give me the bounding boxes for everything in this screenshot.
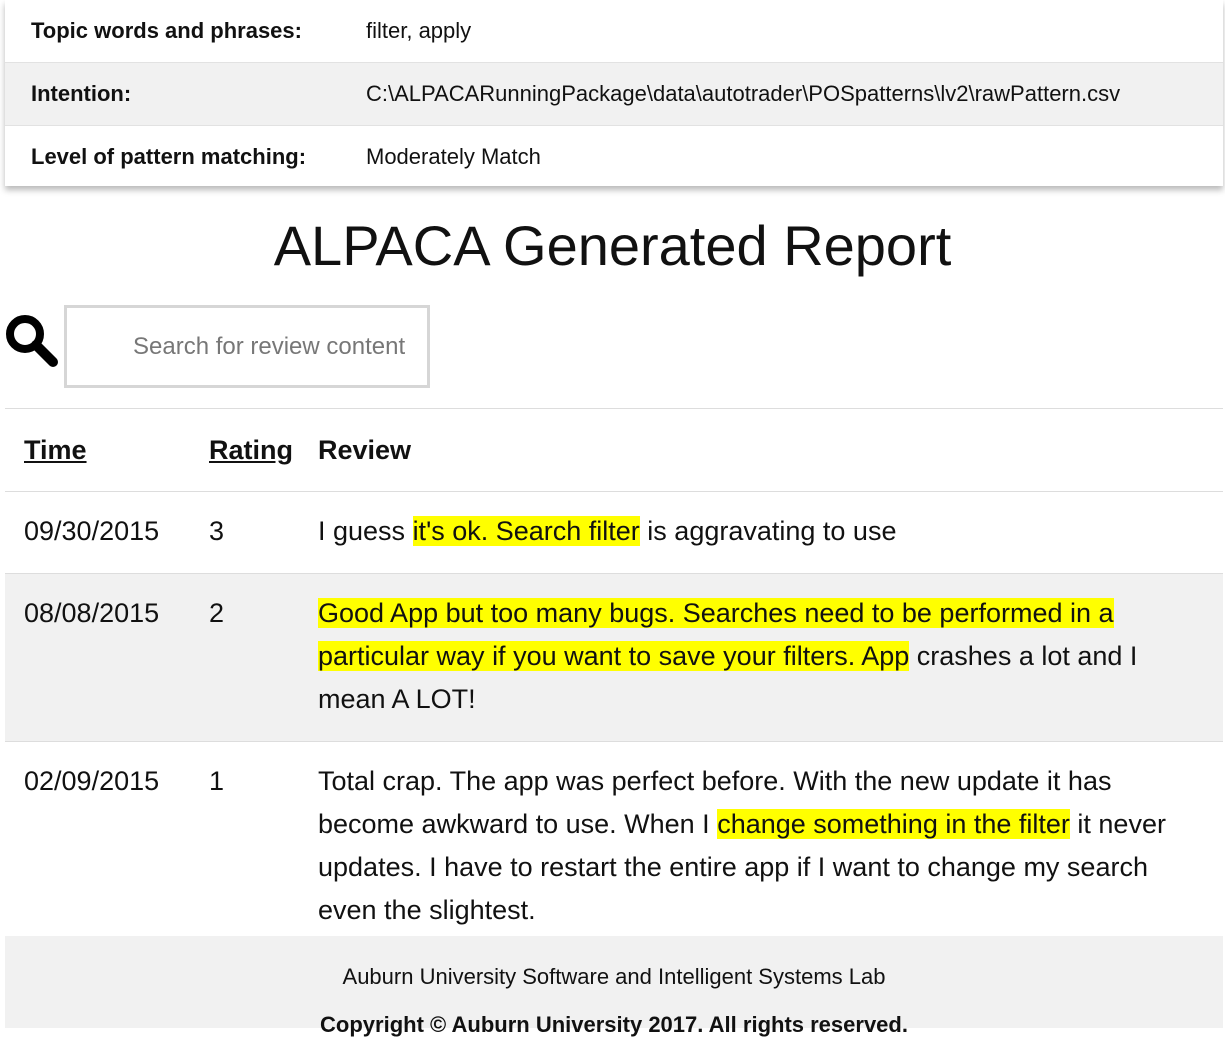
matched-phrase-highlight: it's ok. Search filter <box>412 516 640 546</box>
info-label-matching-level: Level of pattern matching: <box>31 144 307 169</box>
review-text: Total crap. The app was perfect before. … <box>318 742 1223 953</box>
review-rating: 3 <box>189 491 318 574</box>
page-footer: Auburn University Software and Intellige… <box>5 936 1223 1037</box>
time-column-header[interactable]: Time <box>5 408 189 492</box>
info-row-intention: Intention: C:\ALPACARunningPackage\data\… <box>5 63 1223 126</box>
review-text-segment: I guess <box>318 516 413 546</box>
review-text-segment: is aggravating to use <box>639 516 897 546</box>
table-row: 08/08/2015 2 Good App but too many bugs.… <box>5 573 1223 742</box>
review-time: 08/08/2015 <box>5 573 189 742</box>
review-time: 02/09/2015 <box>24 766 160 796</box>
info-row-topic: Topic words and phrases: filter, apply <box>5 0 1223 63</box>
review-column-header: Review <box>318 408 1223 492</box>
footer-lab-name: Auburn University Software and Intellige… <box>342 964 886 989</box>
review-table: Time Rating Review 09/30/2015 3 I guess … <box>5 408 1223 952</box>
info-label-intention: Intention: <box>31 81 132 106</box>
matched-phrase-highlight: change something in the filter <box>717 809 1070 839</box>
pattern-info-card: Topic words and phrases: filter, apply I… <box>5 0 1223 186</box>
page-title: ALPACA Generated Report <box>273 214 952 277</box>
review-text: I guess it's ok. Search filter is aggrav… <box>318 491 1223 574</box>
review-text: Good App but too many bugs. Searches nee… <box>318 573 1223 742</box>
review-search-input[interactable] <box>64 305 430 388</box>
info-value-matching-level: Moderately Match <box>366 144 541 169</box>
review-rating: 2 <box>189 573 318 742</box>
info-row-matching-level: Level of pattern matching: Moderately Ma… <box>5 126 1223 188</box>
rating-column-header[interactable]: Rating <box>189 408 318 492</box>
footer-copyright: Copyright © Auburn University 2017. All … <box>320 1012 908 1037</box>
review-rating: 1 <box>209 766 225 796</box>
table-header-row: Time Rating Review <box>5 408 1223 492</box>
review-time: 09/30/2015 <box>5 491 189 574</box>
magnifying-glass-icon <box>6 315 58 367</box>
table-row: 02/09/2015 1 Total crap. The app was per… <box>5 742 1223 953</box>
info-value-intention: C:\ALPACARunningPackage\data\autotrader\… <box>366 81 1121 106</box>
table-row: 09/30/2015 3 I guess it's ok. Search fil… <box>5 491 1223 574</box>
info-label-topic: Topic words and phrases: <box>31 18 302 43</box>
info-value-topic: filter, apply <box>366 18 472 43</box>
